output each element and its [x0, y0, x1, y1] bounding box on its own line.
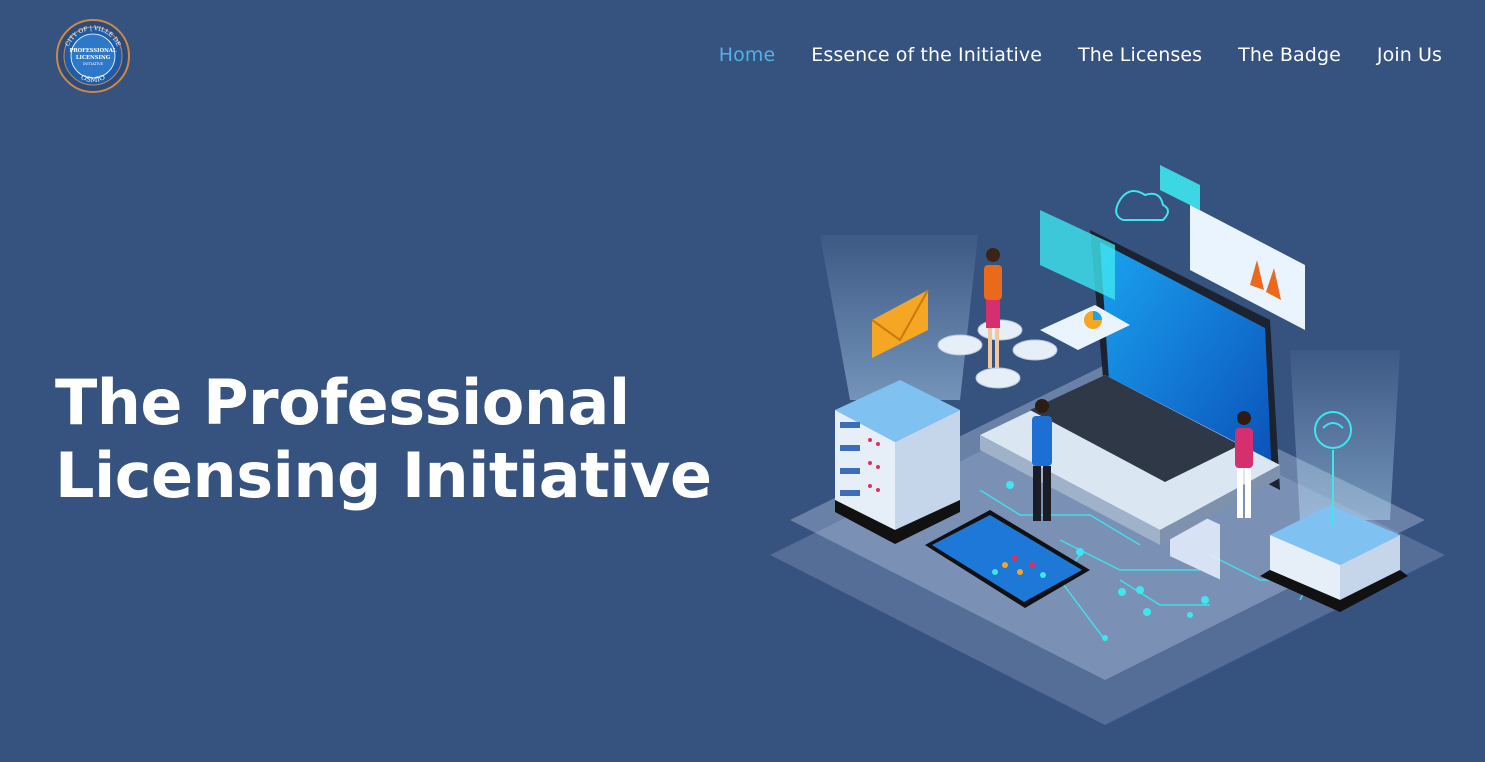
hero-title: The Professional Licensing Initiative — [55, 366, 712, 512]
nav-item-essence[interactable]: Essence of the Initiative — [811, 40, 1042, 70]
logo-line3: INITIATIVE — [83, 62, 104, 66]
hero-title-line2: Licensing Initiative — [55, 439, 712, 512]
nav-item-licenses[interactable]: The Licenses — [1078, 40, 1202, 70]
nav-item-join[interactable]: Join Us — [1377, 40, 1442, 70]
main-nav: Home Essence of the Initiative The Licen… — [719, 40, 1442, 70]
nav-item-badge[interactable]: The Badge — [1238, 40, 1341, 70]
hero-title-line1: The Professional — [55, 366, 630, 439]
hero-illustration — [760, 160, 1450, 730]
site-logo[interactable]: CITY OF | VILLE DE OSMIO PROFESSIONAL LI… — [55, 18, 131, 94]
logo-line2: LICENSING — [76, 55, 111, 61]
seal-logo-icon: CITY OF | VILLE DE OSMIO PROFESSIONAL LI… — [56, 19, 130, 93]
nav-item-home[interactable]: Home — [719, 40, 776, 70]
isometric-network-illustration-icon — [770, 165, 1445, 725]
logo-line1: PROFESSIONAL — [69, 48, 116, 54]
